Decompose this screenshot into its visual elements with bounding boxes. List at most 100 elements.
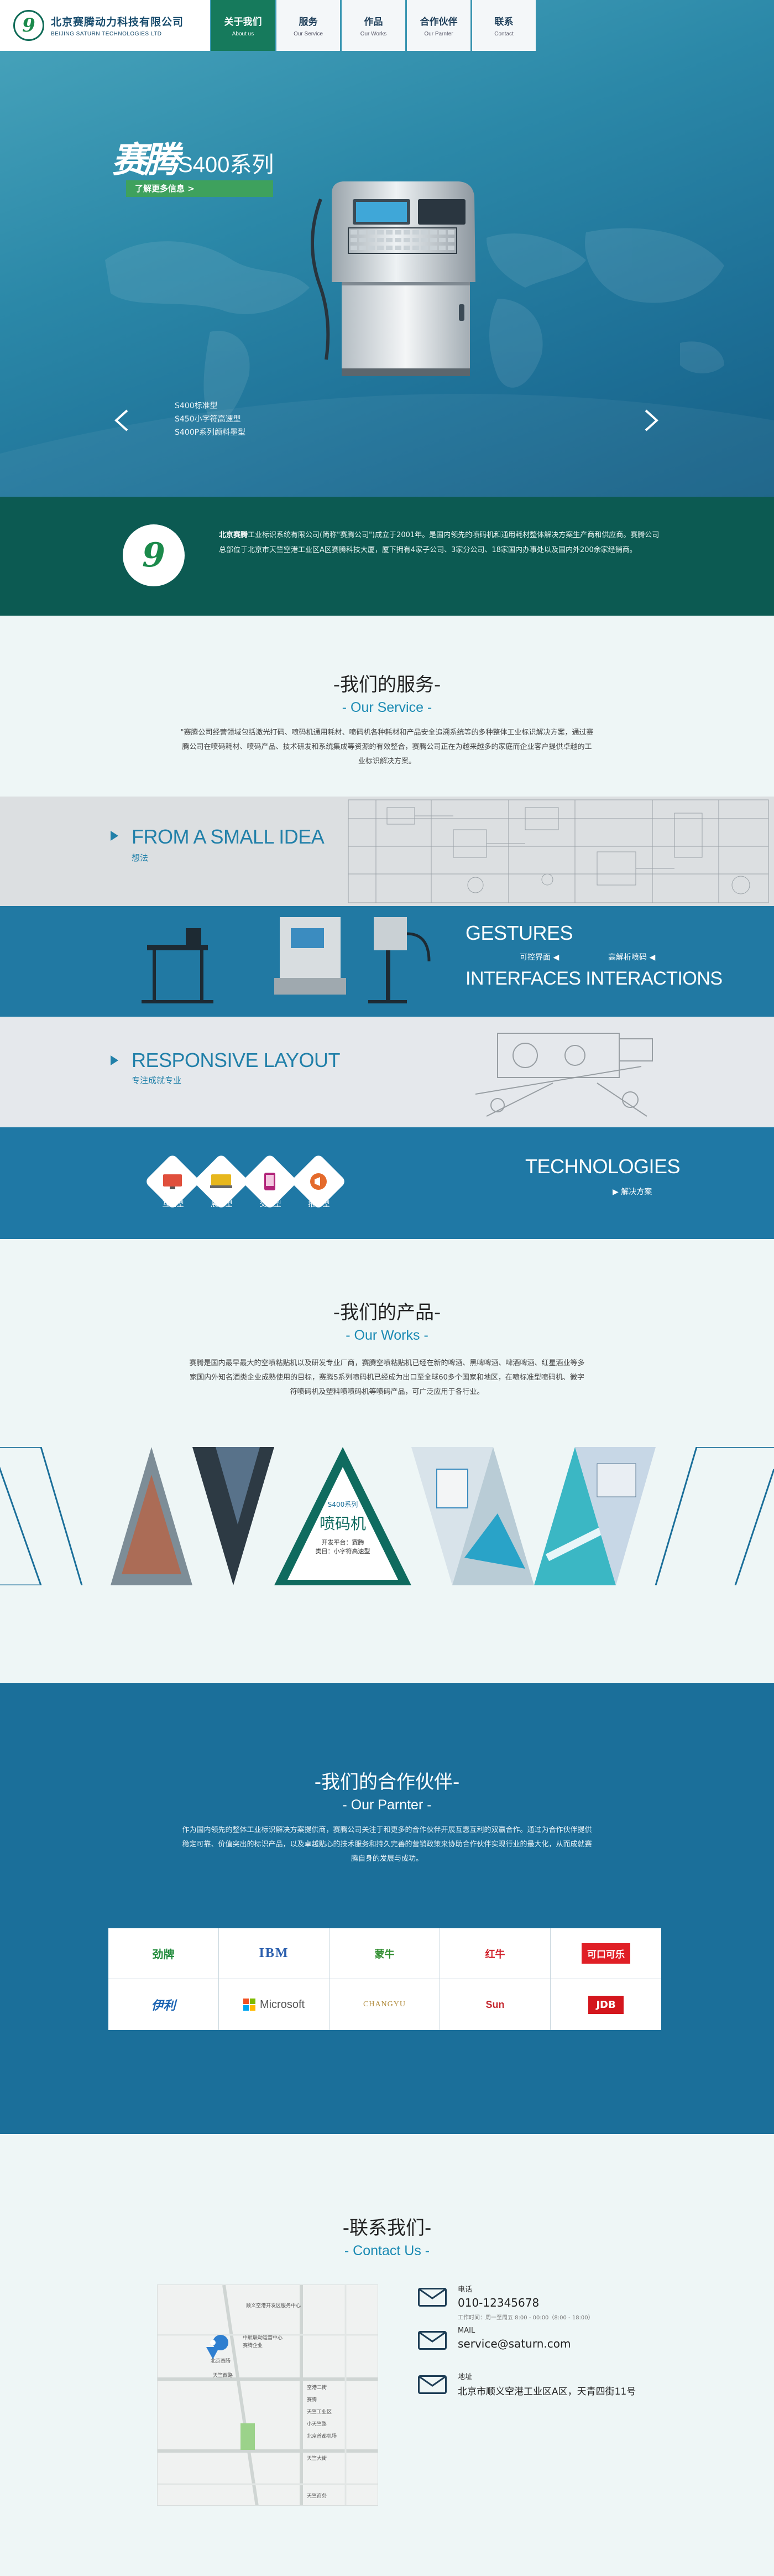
nav-label: 作品 [364,17,383,28]
stripe-gestures-tag2[interactable]: 高解析喷码 ◀ [608,951,655,962]
feature-series: S400系列 [328,1501,358,1508]
mail-envelope-icon [418,2375,447,2394]
product-gallery: S400系列 喷码机 开发平台：赛腾 类目：小字符高速型 [0,1447,774,1585]
logo-emblem-icon: 9 [13,10,44,41]
map-pin-icon[interactable] [206,2335,228,2359]
partner-logo-jdb[interactable]: JDB [551,1979,661,2030]
mail-value[interactable]: service@saturn.com [458,2337,571,2350]
stripe-responsive-sub: 专注成就专业 [132,1075,182,1085]
partner-logo-mengniu[interactable]: 蒙牛 [330,1928,440,1979]
chevron-left-icon [114,409,128,431]
prev-slide-button[interactable] [105,404,138,437]
hero-model-item[interactable]: S400P系列颜料墨型 [175,426,245,439]
learn-more-button[interactable]: 了解更多信息 > [126,180,273,197]
works-section-title: -我们的产品- - Our Works - [333,1302,441,1343]
mail-envelope-icon [418,2288,447,2307]
product-photo-2[interactable] [192,1447,274,1585]
bullet-arrow-icon [111,831,118,841]
stripe-idea-heading: FROM A SMALL IDEA [132,825,325,848]
contact-section-title: -联系我们- - Contact Us - [342,2217,432,2258]
location-map[interactable]: 顺义空港开发区服务中心 中航联动运营中心 赛腾企业 北京赛腾 空港二街 赛腾 天… [157,2284,378,2506]
next-slide-button[interactable] [635,404,668,437]
inkjet-printer-image [311,181,475,376]
icon-label: 推广型 [308,1200,330,1209]
map-label: 天竺工业区 [307,2408,332,2415]
works-title-cn: 我们的产品 [340,1302,434,1324]
map-label: 天竺商务 [307,2492,327,2499]
service-stripe-idea: FROM A SMALL IDEA 想法 [0,797,774,906]
bullet-arrow-icon [111,1055,118,1065]
map-label: 北京首都机场 [307,2433,337,2439]
partners-title-en: Our Parnter [351,1797,423,1813]
nav-label: 关于我们 [224,17,262,28]
phone-label: 电话 [458,2286,473,2294]
map-streets: 顺义空港开发区服务中心 中航联动运营中心 赛腾企业 北京赛腾 空港二街 赛腾 天… [158,2285,378,2505]
phone-value[interactable]: 010-12345678 [458,2296,594,2309]
contact-title-en: Contact Us [353,2243,421,2258]
stripe-gestures-tag1[interactable]: 可控界面 ◀ [520,951,559,962]
hero-title: 赛腾 S400系列 [112,132,274,183]
hero-model: S400系列 [178,153,274,177]
stripe-gestures-heading: GESTURES [466,922,573,944]
nav-sublabel: Contact [494,31,514,37]
nav-label: 合作伙伴 [420,17,458,28]
partner-logo-ibm[interactable]: IBM [219,1928,330,1979]
service-title-en: Our Service [351,700,423,715]
chevron-right-icon [645,409,658,431]
service-section-title: -我们的服务- - Our Service - [333,674,441,715]
stripe-technologies-heading: TECHNOLOGIES [525,1155,681,1178]
hero-model-list: S400标准型 S450小字符高速型 S400P系列颜料墨型 [175,399,245,439]
intro-body: 工业标识系统有限公司(简称"赛腾公司")成立于2001年。是国内领先的喷码机和通… [219,531,660,554]
company-name-cn: 北京赛腾动力科技有限公司 [51,16,184,28]
service-stripe-gestures: GESTURES 可控界面 ◀ 高解析喷码 ◀ INTERFACES INTER… [0,906,774,1017]
partner-logo-yili[interactable]: 伊利 [108,1979,219,2030]
monitor-icon[interactable] [201,1162,241,1201]
company-logo[interactable]: 9 北京赛腾动力科技有限公司 BEIJING SATURN TECHNOLOGI… [0,0,210,51]
partner-logo-changyu[interactable]: CHANGYU [330,1979,440,2030]
nav-item-works[interactable]: 作品 Our Works [342,0,405,51]
hero-model-item[interactable]: S400标准型 [175,399,245,413]
circuit-sketch-image [348,799,769,903]
service-stripe-responsive: RESPONSIVE LAYOUT 专注成就专业 [0,1017,774,1127]
nav-item-contact[interactable]: 联系 Contact [472,0,536,51]
intro-lead: 北京赛腾 [219,531,248,539]
icon-label: 互动型 [162,1200,184,1209]
hero-brand: 赛腾 [112,139,179,181]
contact-address: 地址 北京市顺义空港工业区A区，天青四街11号 [418,2371,636,2397]
mail-envelope-icon [418,2331,447,2350]
map-label: 空港二街 [307,2384,327,2391]
icon-label: 交互型 [259,1200,281,1209]
hero-model-item[interactable]: S450小字符高速型 [175,413,245,426]
megaphone-icon[interactable] [299,1162,338,1201]
map-label: 赛腾 [307,2396,317,2403]
hero-banner: 赛腾 S400系列 了解更多信息 > S400标准型 S450小字符高速型 S4… [0,0,774,497]
microsoft-windows-icon [243,1999,255,2011]
nav-sublabel: Our Parnter [424,31,453,37]
nav-item-service[interactable]: 服务 Our Service [276,0,340,51]
stripe-interfaces-heading: INTERFACES INTERACTIONS [466,968,723,989]
partner-logo-cocacola[interactable]: 可口可乐 [551,1928,661,1979]
feature-line2: 类目：小字符高速型 [316,1547,370,1555]
nav-label: 服务 [299,17,318,28]
display-icon[interactable] [153,1162,192,1201]
stripe-technologies-sub[interactable]: ▶ 解决方案 [613,1186,652,1197]
phone-icon[interactable] [250,1162,290,1201]
partner-logo-sun[interactable]: Sun [440,1979,551,2030]
stripe-responsive-heading: RESPONSIVE LAYOUT [132,1049,340,1071]
feature-name: 喷码机 [320,1515,366,1533]
map-label: 赛腾企业 [243,2342,263,2349]
nav-item-about[interactable]: 关于我们 About us [211,0,275,51]
nav-sublabel: Our Works [360,31,387,37]
map-label: 中航联动运营中心 [243,2334,283,2341]
contact-phone: 电话 010-12345678 工作时间：周一至周五 8:00 - 00:00（… [418,2283,594,2321]
service-description: "赛腾公司经营领域包括激光打码、喷码机通用耗材、喷码机各种耗材和产品安全追溯系统… [180,728,594,766]
map-label: 顺义空港开发区服务中心 [246,2302,301,2309]
nav-item-partner[interactable]: 合作伙伴 Our Parnter [407,0,470,51]
partner-logo-microsoft[interactable]: Microsoft [219,1979,330,2030]
partner-logo-redbull[interactable]: 红牛 [440,1928,551,1979]
partner-logo-jinpai[interactable]: 劲牌 [108,1928,219,1979]
mechanism-sketch-image [475,1033,653,1117]
works-title-en: Our Works [354,1328,420,1343]
product-photo-1[interactable] [111,1447,192,1585]
nav-sublabel: Our Service [294,31,323,37]
